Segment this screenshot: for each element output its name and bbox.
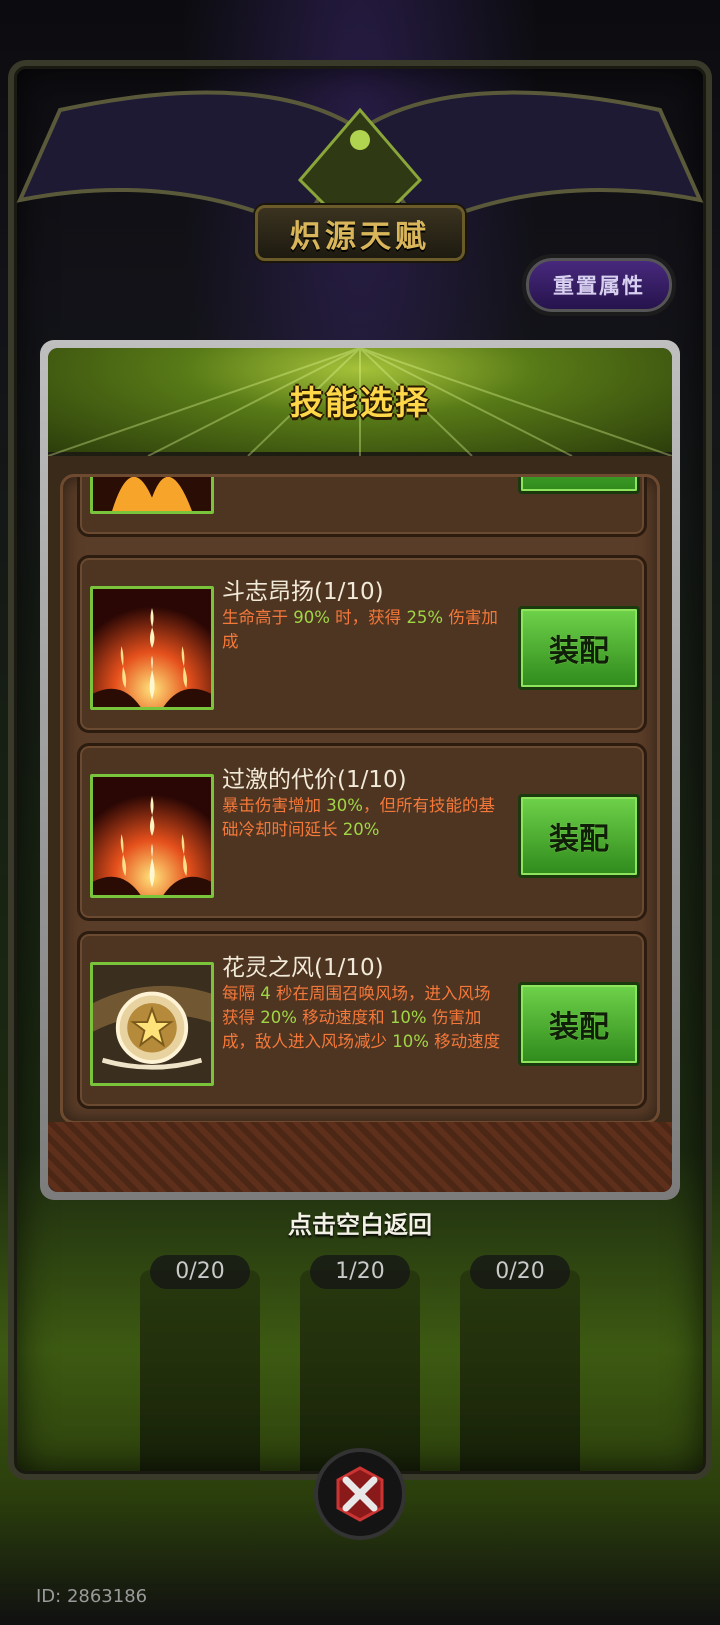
modal-body: 技能选择 斗志昂扬(1/10) 生命高于 90% 时，获得 25% 伤害加成 装… [48, 348, 672, 1192]
reset-attributes-label: 重置属性 [553, 274, 645, 298]
talent-slot-left-count: 0/20 [150, 1255, 250, 1289]
desc-value: 20% [260, 1008, 297, 1027]
page-title: 炽源天赋 [290, 218, 430, 255]
desc-text: 生命高于 [222, 608, 294, 627]
modal-title: 技能选择 [290, 383, 430, 422]
equip-button[interactable]: 装配 [518, 982, 640, 1066]
desc-value: 25% [406, 608, 444, 627]
modal-header: 技能选择 [48, 348, 672, 456]
skill-name: 花灵之风(1/10) [222, 955, 384, 981]
skill-list[interactable]: 斗志昂扬(1/10) 生命高于 90% 时，获得 25% 伤害加成 装配 过激的… [60, 474, 660, 1124]
desc-text: 移动速度 [428, 1032, 501, 1051]
flame-burst-icon [90, 586, 214, 710]
reset-attributes-button[interactable]: 重置属性 [522, 254, 676, 316]
desc-value: 4 [260, 984, 271, 1003]
desc-text: 时，获得 [329, 608, 407, 627]
desc-value: 20% [342, 820, 380, 839]
desc-value: 30% [326, 796, 363, 815]
skill-card-partial [77, 477, 647, 537]
equip-label: 装配 [549, 822, 609, 857]
player-id: ID: 2863186 [36, 1586, 148, 1607]
desc-value: 90% [293, 608, 330, 627]
equip-label: 装配 [549, 1010, 609, 1045]
equip-button-partial[interactable] [518, 477, 640, 494]
equip-label: 装配 [549, 634, 609, 669]
talent-screen: 炽源天赋 重置属性 技能选择 斗志昂扬(1/10) 生命高于 90% 时，获得 … [0, 0, 720, 1625]
star-orb-icon [90, 962, 214, 1086]
flame-burst-icon [90, 477, 214, 514]
talent-slot-center-count: 1/20 [310, 1255, 410, 1289]
skill-card: 过激的代价(1/10) 暴击伤害增加 30%，但所有技能的基础冷却时间延长 20… [77, 743, 647, 921]
skill-select-modal: 技能选择 斗志昂扬(1/10) 生命高于 90% 时，获得 25% 伤害加成 装… [40, 340, 680, 1200]
desc-text: 移动速度和 [296, 1008, 390, 1027]
equip-button[interactable]: 装配 [518, 606, 640, 690]
talent-slot-right-count: 0/20 [470, 1255, 570, 1289]
desc-text: 暴击伤害增加 [222, 796, 327, 815]
flame-burst-icon [90, 774, 214, 898]
tap-to-return-hint[interactable]: 点击空白返回 [0, 1205, 720, 1240]
equip-button[interactable]: 装配 [518, 794, 640, 878]
modal-footer-band [48, 1122, 672, 1192]
skill-name: 过激的代价(1/10) [222, 767, 407, 793]
desc-value: 10% [389, 1008, 427, 1027]
desc-text: 每隔 [222, 984, 261, 1003]
skill-description: 每隔 4 秒在周围召唤风场，进入风场获得 20% 移动速度和 10% 伤害加成，… [222, 982, 506, 1054]
skill-description: 暴击伤害增加 30%，但所有技能的基础冷却时间延长 20% [222, 794, 506, 842]
skill-name: 斗志昂扬(1/10) [222, 579, 384, 605]
skill-description: 生命高于 90% 时，获得 25% 伤害加成 [222, 606, 506, 654]
skill-card: 斗志昂扬(1/10) 生命高于 90% 时，获得 25% 伤害加成 装配 [77, 555, 647, 733]
close-icon [336, 1466, 384, 1522]
close-button[interactable] [314, 1448, 406, 1540]
skill-card: 花灵之风(1/10) 每隔 4 秒在周围召唤风场，进入风场获得 20% 移动速度… [77, 931, 647, 1109]
talent-title-plate: 炽源天赋 [255, 205, 465, 261]
desc-value: 10% [392, 1032, 429, 1051]
